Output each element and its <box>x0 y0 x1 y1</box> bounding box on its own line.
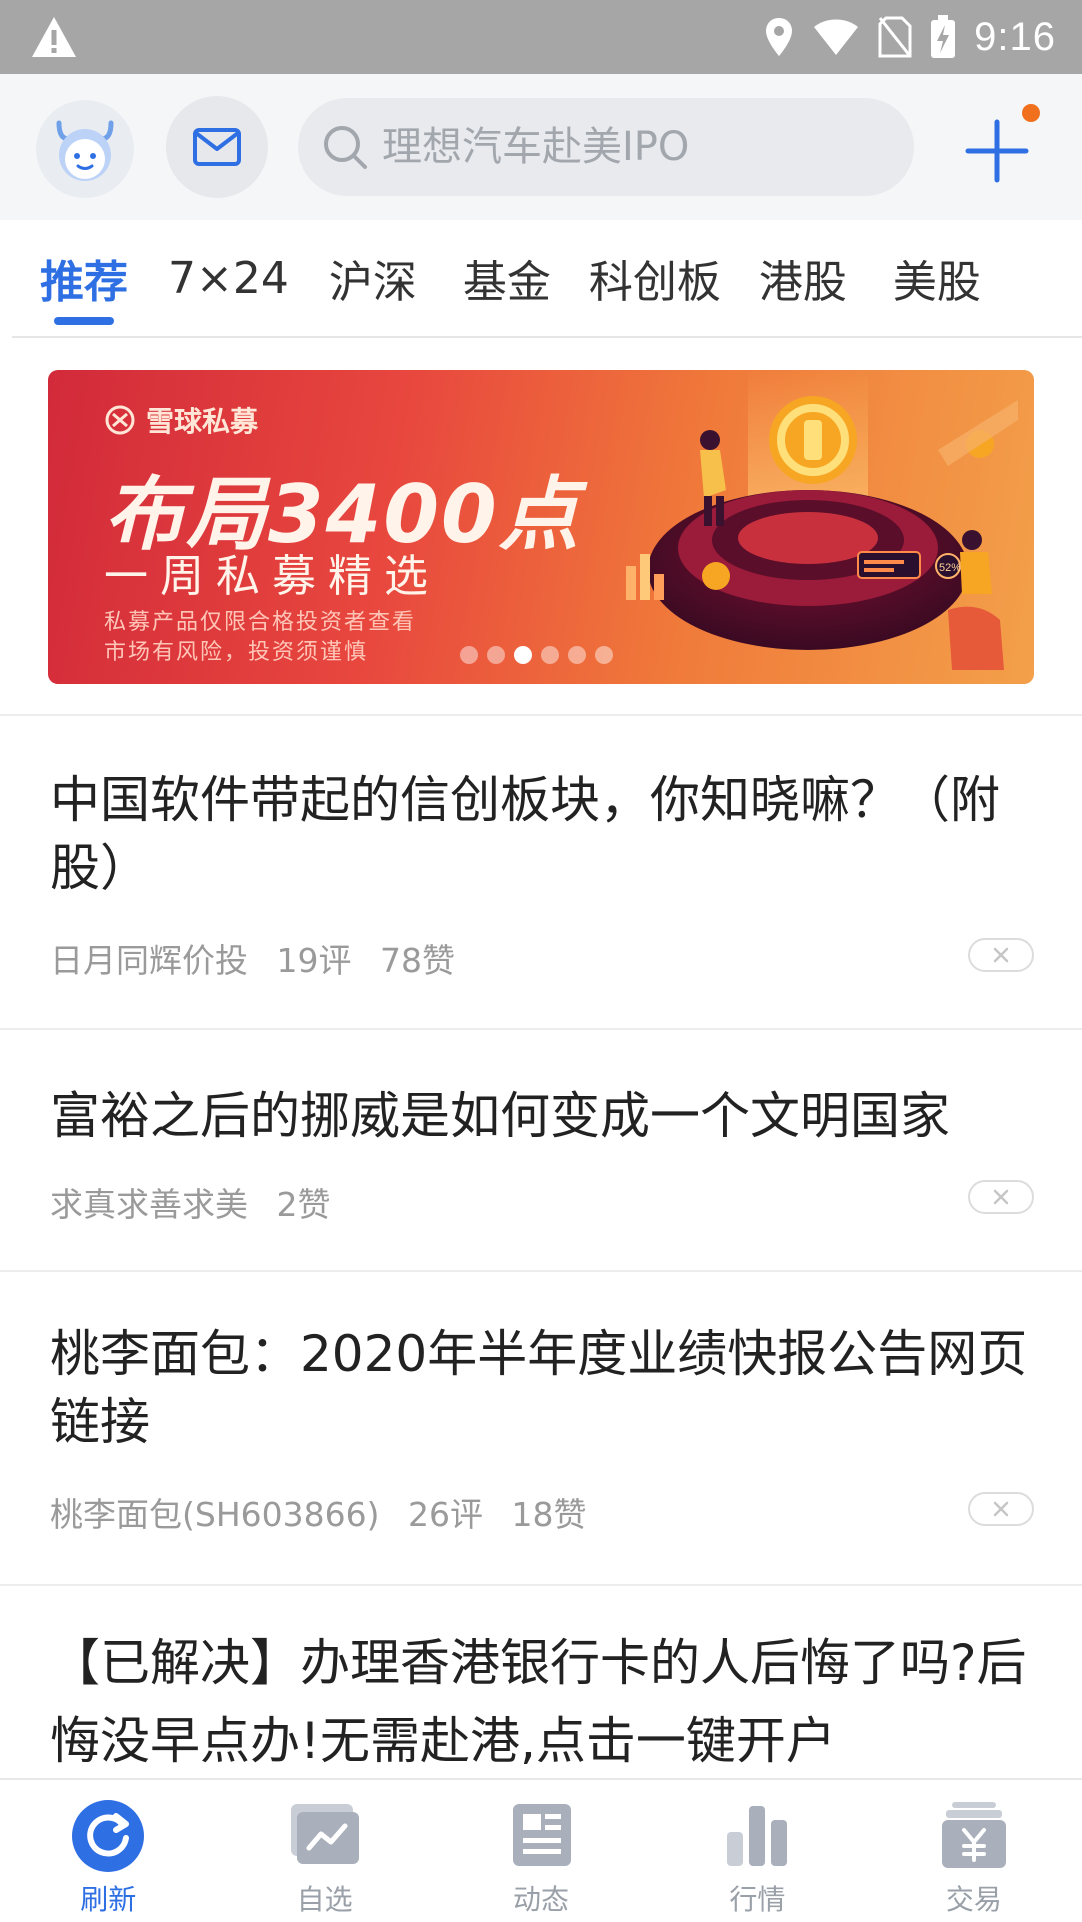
nav-feed[interactable]: 动态 <box>433 1780 649 1922</box>
feed-item[interactable]: 桃李面包：2020年半年度业绩快报公告网页链接 桃李面包(SH603866) 2… <box>0 1272 1082 1584</box>
add-button[interactable] <box>962 104 1042 190</box>
plus-icon <box>965 119 1029 183</box>
avatar[interactable] <box>36 100 134 198</box>
carousel-dot[interactable] <box>460 646 478 664</box>
feed-item-title[interactable]: 【已解决】办理香港银行卡的人后悔了吗?后悔没早点办!无需赴港,点击一键开户 <box>50 1624 1040 1780</box>
feed-item[interactable]: 富裕之后的挪威是如何变成一个文明国家 求真求善求美 2赞 <box>0 1030 1082 1270</box>
nav-market[interactable]: 行情 <box>649 1780 865 1922</box>
feed-item-author[interactable]: 桃李面包(SH603866) <box>50 1495 379 1534</box>
feed-item-author[interactable]: 求真求善求美 <box>50 1185 248 1224</box>
nav-label: 刷新 <box>80 1883 137 1916</box>
nav-label: 自选 <box>296 1883 353 1916</box>
status-bar: 9:16 <box>0 0 1082 74</box>
close-icon <box>993 1501 1009 1517</box>
feed-item-meta: 日月同辉价投 19评 78赞 <box>50 934 473 982</box>
banner-subtitle: 一周私募精选 <box>104 551 440 602</box>
avatar-icon <box>56 120 114 181</box>
banner-disclaimer-2: 市场有风险，投资须谨慎 <box>104 640 369 665</box>
feed-item[interactable]: 中国软件带起的信创板块，你知晓嘛？（附股） 日月同辉价投 19评 78赞 <box>0 716 1082 1028</box>
close-icon <box>993 1189 1009 1205</box>
feed-item-meta: 求真求善求美 2赞 <box>50 1178 349 1226</box>
promo-banner[interactable]: 雪球私募 布局3400点 一周私募精选 私募产品仅限合格投资者查看 市场有风险，… <box>48 370 1034 684</box>
tab-recommend[interactable]: 推荐 <box>40 219 128 337</box>
nav-trade[interactable]: 交易 <box>866 1780 1082 1922</box>
snowball-logo-icon <box>105 405 135 435</box>
tab-funds[interactable]: 基金 <box>463 219 551 337</box>
feed-item-ad[interactable]: 【已解决】办理香港银行卡的人后悔了吗?后悔没早点办!无需赴港,点击一键开户 <box>0 1586 1082 1778</box>
nav-watchlist[interactable]: 自选 <box>216 1780 432 1922</box>
carousel-dot[interactable] <box>541 646 559 664</box>
category-tabs: 推荐 7×24 沪深 基金 科创板 港股 美股 <box>12 220 1082 338</box>
bottom-navigation: 刷新 自选 动态 行情 交易 <box>0 1778 1082 1922</box>
feed-item-title[interactable]: 桃李面包：2020年半年度业绩快报公告网页链接 <box>50 1320 1040 1456</box>
clock: 9:16 <box>974 14 1056 59</box>
refresh-icon <box>72 1800 145 1872</box>
banner-disclaimer-1: 私募产品仅限合格投资者查看 <box>104 610 417 635</box>
search-input[interactable] <box>382 124 902 170</box>
nav-label: 行情 <box>729 1883 786 1916</box>
dismiss-button[interactable] <box>968 938 1034 972</box>
location-icon <box>766 18 793 56</box>
tab-us-stocks[interactable]: 美股 <box>893 219 981 337</box>
carousel-dot-active[interactable] <box>514 646 532 664</box>
warning-icon <box>32 17 76 57</box>
svg-text:52%: 52% <box>939 562 961 574</box>
notification-dot <box>1022 104 1040 122</box>
close-icon <box>993 947 1009 963</box>
feed-icon <box>513 1804 572 1866</box>
battery-charging-icon <box>931 15 956 58</box>
wifi-icon <box>814 19 859 55</box>
market-icon <box>727 1806 788 1866</box>
feed-item-likes: 2赞 <box>276 1185 331 1224</box>
tab-star-market[interactable]: 科创板 <box>589 219 721 337</box>
mail-icon <box>193 128 241 166</box>
carousel-dot[interactable] <box>487 646 505 664</box>
feed-item-likes: 18赞 <box>511 1495 587 1534</box>
feed-item-likes: 78赞 <box>380 941 455 980</box>
search-bar[interactable] <box>298 98 914 196</box>
banner-illustration: 52% <box>626 370 1018 670</box>
feed-item-comments: 26评 <box>407 1495 483 1534</box>
feed-item-comments: 19评 <box>276 941 352 980</box>
nav-label: 交易 <box>945 1883 1002 1916</box>
feed-item-author[interactable]: 日月同辉价投 <box>50 941 248 980</box>
dismiss-button[interactable] <box>968 1180 1034 1214</box>
dismiss-button[interactable] <box>968 1492 1034 1526</box>
search-icon <box>324 126 367 169</box>
tab-shanghai-shenzhen[interactable]: 沪深 <box>329 219 417 337</box>
feed-item-meta: 桃李面包(SH603866) 26评 18赞 <box>50 1488 604 1536</box>
watchlist-icon <box>290 1804 359 1864</box>
carousel-dot[interactable] <box>568 646 586 664</box>
carousel-indicator <box>460 646 613 664</box>
nav-label: 动态 <box>513 1883 570 1916</box>
app-header <box>0 74 1082 220</box>
carousel-dot[interactable] <box>595 646 613 664</box>
feed-item-title[interactable]: 中国软件带起的信创板块，你知晓嘛？（附股） <box>50 766 1040 902</box>
messages-button[interactable] <box>166 96 268 198</box>
tab-hk-stocks[interactable]: 港股 <box>759 219 847 337</box>
trade-icon <box>941 1802 1006 1868</box>
banner-brand: 雪球私募 <box>104 400 258 440</box>
no-sim-icon <box>878 16 912 58</box>
tab-7x24[interactable]: 7×24 <box>168 219 289 337</box>
nav-refresh[interactable]: 刷新 <box>0 1780 216 1922</box>
feed-item-title[interactable]: 富裕之后的挪威是如何变成一个文明国家 <box>50 1082 1040 1150</box>
